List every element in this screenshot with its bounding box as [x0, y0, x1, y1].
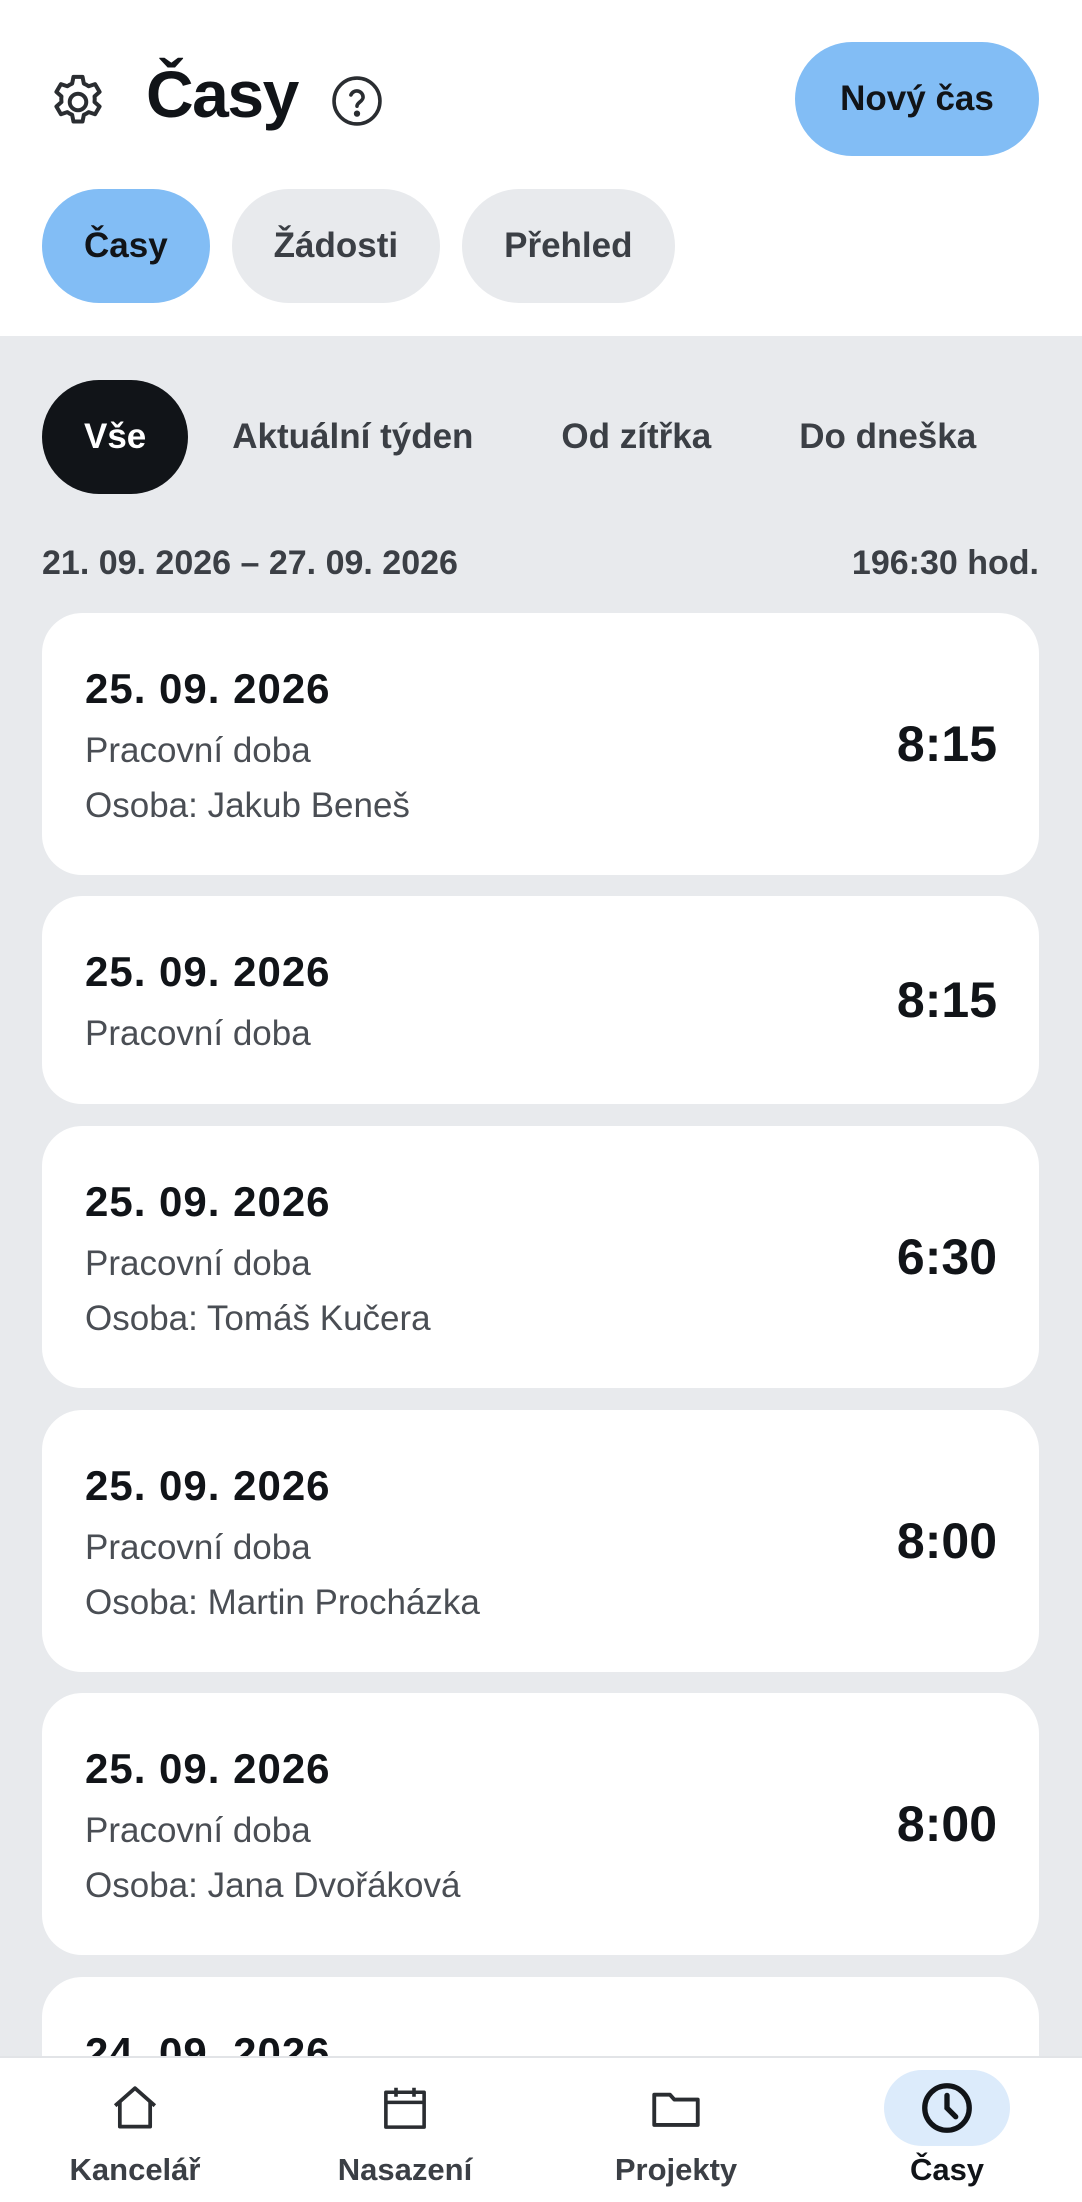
nav-label: Kancelář	[69, 2152, 201, 2187]
nav-label: Nasazení	[337, 2152, 473, 2187]
time-entry-card[interactable]: 25. 09. 2026 Pracovní doba Osoba: Jana D…	[42, 1693, 1039, 1955]
main-tabs: Časy Žádosti Přehled	[42, 189, 675, 303]
page-title: Časy	[146, 57, 299, 131]
nav-label: Projekty	[614, 2152, 738, 2187]
time-entry-card[interactable]: 24. 09. 2026	[42, 1977, 1039, 2056]
nav-label: Časy	[909, 2152, 985, 2187]
entry-hours: 6:30	[896, 1229, 997, 1285]
filter-current-week[interactable]: Aktuální týden	[188, 380, 517, 494]
entry-type: Pracovní doba	[85, 1528, 311, 1567]
total-hours: 196:30 hod.	[851, 544, 1039, 582]
clock-icon	[884, 2070, 1010, 2146]
entry-date: 25. 09. 2026	[85, 665, 331, 712]
entry-hours: 8:15	[896, 972, 997, 1028]
time-entries-section: Vše Aktuální týden Od zítřka Do dneška 2…	[0, 336, 1082, 2056]
tab-casy[interactable]: Časy	[42, 189, 210, 303]
time-entry-card[interactable]: 25. 09. 2026 Pracovní doba Osoba: Martin…	[42, 1410, 1039, 1672]
folder-icon	[613, 2070, 739, 2146]
nav-item-projects[interactable]: Projekty	[541, 2058, 811, 2202]
filter-from-tomorrow[interactable]: Od zítřka	[517, 380, 755, 494]
help-icon[interactable]	[330, 74, 384, 128]
calendar-icon	[342, 2070, 468, 2146]
tab-zadosti[interactable]: Žádosti	[231, 189, 441, 303]
date-range: 21. 09. 2026 – 27. 09. 2026	[42, 544, 458, 582]
entry-type: Pracovní doba	[85, 1014, 311, 1053]
filter-until-today[interactable]: Do dneška	[755, 380, 1020, 494]
time-entry-card[interactable]: 25. 09. 2026 Pracovní doba Osoba: Jakub …	[42, 613, 1039, 875]
week-summary: 21. 09. 2026 – 27. 09. 2026 196:30 hod.	[42, 544, 1039, 583]
filter-chips: Vše Aktuální týden Od zítřka Do dneška	[42, 380, 1020, 494]
nav-item-office[interactable]: Kancelář	[0, 2058, 270, 2202]
settings-gear-icon[interactable]	[42, 66, 114, 138]
home-icon	[72, 2070, 198, 2146]
entry-date: 25. 09. 2026	[85, 1178, 331, 1225]
entry-date: 24. 09. 2026	[85, 2029, 331, 2056]
entry-hours: 8:00	[896, 1513, 997, 1569]
time-entry-card[interactable]: 25. 09. 2026 Pracovní doba Osoba: Tomáš …	[42, 1126, 1039, 1388]
entry-person: Osoba: Jana Dvořáková	[85, 1866, 461, 1905]
entry-type: Pracovní doba	[85, 731, 311, 770]
entry-date: 25. 09. 2026	[85, 948, 331, 995]
entry-hours: 8:15	[896, 716, 997, 772]
time-entry-card[interactable]: 25. 09. 2026 Pracovní doba 8:15	[42, 896, 1039, 1104]
nav-item-deployment[interactable]: Nasazení	[270, 2058, 540, 2202]
filter-all[interactable]: Vše	[42, 380, 189, 494]
entry-date: 25. 09. 2026	[85, 1462, 331, 1509]
bottom-navigation: Kancelář Nasazení Projekty Časy	[0, 2056, 1082, 2202]
app-header: Časy Nový čas Časy Žádosti Přehled	[0, 0, 1082, 336]
new-time-button[interactable]: Nový čas	[795, 42, 1039, 156]
entry-type: Pracovní doba	[85, 1244, 311, 1283]
entry-person: Osoba: Tomáš Kučera	[85, 1299, 431, 1338]
entry-date: 25. 09. 2026	[85, 1745, 331, 1792]
entry-hours: 8:00	[896, 1796, 997, 1852]
entry-type: Pracovní doba	[85, 1811, 311, 1850]
nav-item-times[interactable]: Časy	[812, 2058, 1082, 2202]
tab-prehled[interactable]: Přehled	[462, 189, 675, 303]
entry-person: Osoba: Jakub Beneš	[85, 786, 410, 825]
entry-person: Osoba: Martin Procházka	[85, 1583, 480, 1622]
